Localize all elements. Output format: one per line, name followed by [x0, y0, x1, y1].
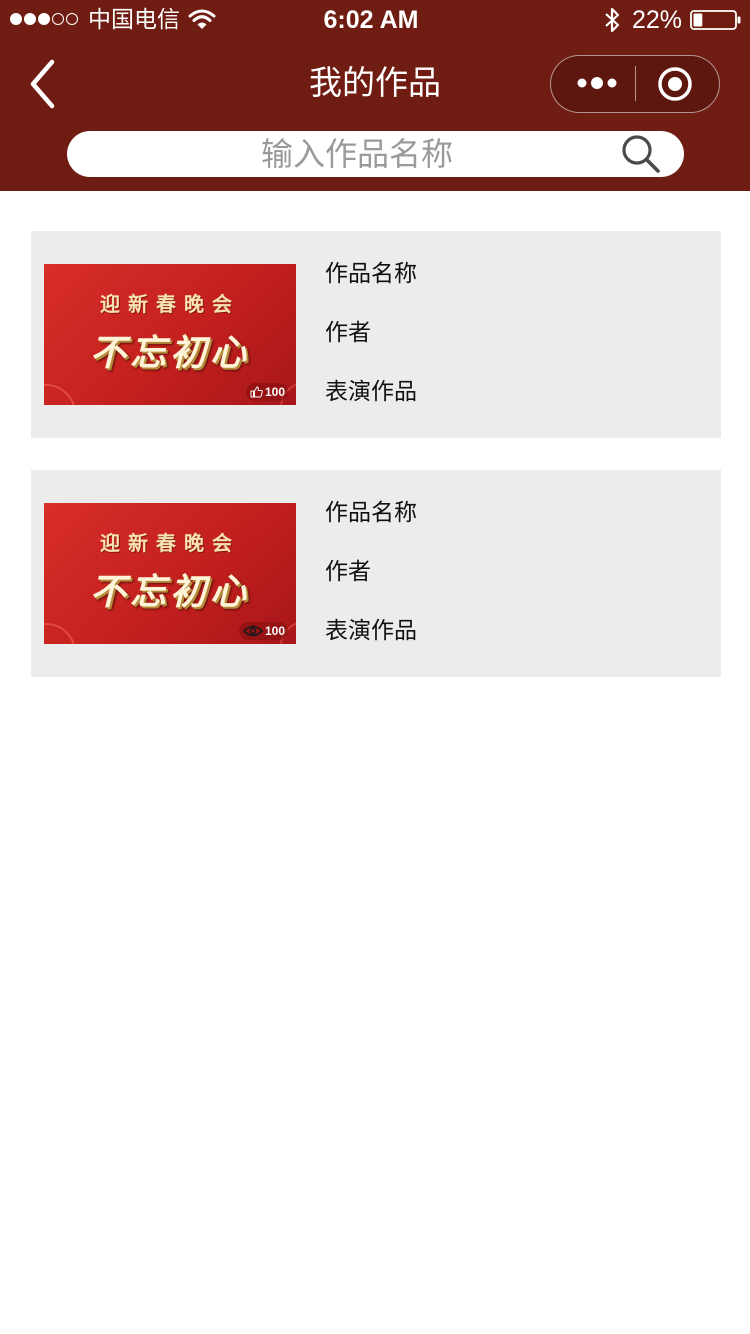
- thumb-up-icon: [250, 386, 263, 398]
- search-bar: [67, 131, 684, 177]
- search-icon[interactable]: [621, 134, 663, 174]
- work-author: 作者: [325, 320, 371, 346]
- more-button[interactable]: [551, 56, 635, 111]
- work-author: 作者: [325, 559, 371, 585]
- view-count: 100: [264, 624, 285, 638]
- header: 中国电信 6:02 AM 22% 我的作品: [0, 0, 750, 191]
- thumbnail-title: 不忘初心: [89, 332, 250, 374]
- eye-icon: [242, 625, 263, 637]
- search-input[interactable]: [97, 131, 617, 177]
- thumbnail-subtitle: 迎新春晚会: [100, 531, 240, 555]
- like-count: 100: [264, 385, 285, 399]
- target-circle-icon: [658, 67, 692, 101]
- work-list-item[interactable]: 迎新春晚会 不忘初心 100 作品名称 作者 表演作品: [31, 231, 721, 438]
- thumbnail-decoration: [44, 384, 76, 405]
- work-type: 表演作品: [325, 379, 417, 405]
- battery-percentage: 22%: [632, 6, 683, 34]
- mini-program-capsule: [550, 55, 720, 113]
- thumbnail-title: 不忘初心: [89, 571, 250, 613]
- work-thumbnail: 迎新春晚会 不忘初心 100: [44, 264, 296, 405]
- navigation-bar: 我的作品: [0, 40, 750, 126]
- thumbnail-decoration: [44, 623, 76, 644]
- app-screen: 中国电信 6:02 AM 22% 我的作品 输入作品名称 迎新春晚会 不忘初心 …: [0, 0, 750, 1334]
- work-type: 表演作品: [325, 618, 417, 644]
- status-bar: 中国电信 6:02 AM 22%: [0, 0, 750, 40]
- battery-icon: [690, 10, 741, 30]
- work-list-item[interactable]: 迎新春晚会 不忘初心 100 作品名称 作者 表演作品: [31, 470, 721, 677]
- work-thumbnail: 迎新春晚会 不忘初心 100: [44, 503, 296, 644]
- bluetooth-icon: [605, 7, 620, 33]
- like-count-badge: 100: [245, 383, 288, 401]
- thumbnail-subtitle: 迎新春晚会: [100, 292, 240, 316]
- view-count-badge: 100: [238, 622, 288, 640]
- work-name: 作品名称: [325, 500, 417, 526]
- more-dots-icon: [577, 77, 617, 89]
- close-mini-program-button[interactable]: [636, 56, 719, 111]
- status-time: 6:02 AM: [323, 6, 419, 34]
- work-name: 作品名称: [325, 261, 417, 287]
